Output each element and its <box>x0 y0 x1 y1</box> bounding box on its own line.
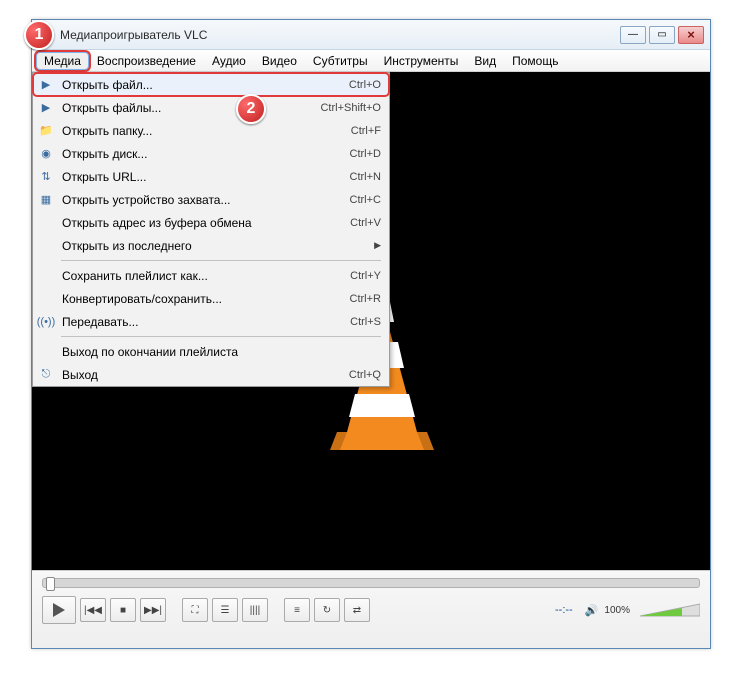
menu-open-folder[interactable]: 📁 Открыть папку... Ctrl+F <box>33 119 389 142</box>
menu-view[interactable]: Вид <box>466 52 504 70</box>
callout-1: 1 <box>24 20 54 50</box>
chevron-right-icon: ▶ <box>374 240 381 251</box>
vlc-window: Медиапроигрыватель VLC — ▭ × Медиа Воспр… <box>31 19 711 649</box>
menu-stream[interactable]: ((•)) Передавать... Ctrl+S <box>33 310 389 333</box>
loop-button[interactable]: ↻ <box>314 598 340 622</box>
volume-slider[interactable] <box>640 602 700 618</box>
menu-video[interactable]: Видео <box>254 52 305 70</box>
stop-button[interactable]: ■ <box>110 598 136 622</box>
menu-media[interactable]: Медиа <box>36 52 89 70</box>
menu-item-label: Открыть адрес из буфера обмена <box>62 216 350 230</box>
playlist-button[interactable]: ≡ <box>284 598 310 622</box>
menu-open-url[interactable]: ⇅ Открыть URL... Ctrl+N <box>33 165 389 188</box>
menu-item-label: Открыть файлы... <box>62 101 320 115</box>
titlebar: Медиапроигрыватель VLC — ▭ × <box>32 20 710 50</box>
menu-quit-after[interactable]: Выход по окончании плейлиста <box>33 340 389 363</box>
menu-quit[interactable]: ⎋ Выход Ctrl+Q <box>33 363 389 386</box>
play-files-icon: ▶ <box>38 100 54 116</box>
menu-item-shortcut: Ctrl+Q <box>349 369 381 381</box>
menu-help[interactable]: Помощь <box>504 52 566 70</box>
menu-item-label: Открыть диск... <box>62 147 350 161</box>
window-title: Медиапроигрыватель VLC <box>60 28 620 42</box>
menu-item-label: Открыть устройство захвата... <box>62 193 350 207</box>
menu-separator <box>61 260 381 261</box>
menu-item-label: Выход по окончании плейлиста <box>62 345 381 359</box>
volume-label: 100% <box>604 605 630 616</box>
extended-settings-button[interactable]: ☰ <box>212 598 238 622</box>
shuffle-button[interactable]: ⇄ <box>344 598 370 622</box>
close-button[interactable]: × <box>678 26 704 44</box>
menu-open-capture[interactable]: ▦ Открыть устройство захвата... Ctrl+C <box>33 188 389 211</box>
network-icon: ⇅ <box>38 169 54 185</box>
play-button[interactable] <box>42 596 76 624</box>
prev-button[interactable]: |◀◀ <box>80 598 106 622</box>
menu-open-clipboard[interactable]: Открыть адрес из буфера обмена Ctrl+V <box>33 211 389 234</box>
folder-icon: 📁 <box>38 123 54 139</box>
menu-open-recent[interactable]: Открыть из последнего ▶ <box>33 234 389 257</box>
menu-item-label: Открыть из последнего <box>62 239 368 253</box>
menu-open-files[interactable]: ▶ Открыть файлы... Ctrl+Shift+O <box>33 96 389 119</box>
window-buttons: — ▭ × <box>620 26 704 44</box>
menu-item-label: Выход <box>62 368 349 382</box>
seek-bar[interactable] <box>42 578 700 588</box>
menu-item-label: Сохранить плейлист как... <box>62 269 350 283</box>
menu-open-disc[interactable]: ◉ Открыть диск... Ctrl+D <box>33 142 389 165</box>
menu-subtitles[interactable]: Субтитры <box>305 52 376 70</box>
menu-save-playlist[interactable]: Сохранить плейлист как... Ctrl+Y <box>33 264 389 287</box>
menu-item-label: Открыть файл... <box>62 78 349 92</box>
menu-tools[interactable]: Инструменты <box>376 52 467 70</box>
menu-item-shortcut: Ctrl+F <box>351 125 381 137</box>
menu-item-label: Открыть URL... <box>62 170 350 184</box>
menu-audio[interactable]: Аудио <box>204 52 254 70</box>
clipboard-icon <box>38 215 54 231</box>
equalizer-button[interactable]: |||| <box>242 598 268 622</box>
menu-separator <box>61 336 381 337</box>
seek-thumb[interactable] <box>46 577 55 591</box>
speaker-icon[interactable]: 🔊 <box>585 604 599 617</box>
capture-icon: ▦ <box>38 192 54 208</box>
play-file-icon: ▶ <box>38 77 54 93</box>
fullscreen-button[interactable]: ⛶ <box>182 598 208 622</box>
menu-item-shortcut: Ctrl+N <box>350 171 381 183</box>
menu-item-label: Конвертировать/сохранить... <box>62 292 350 306</box>
menu-item-shortcut: Ctrl+S <box>350 316 381 328</box>
menu-item-shortcut: Ctrl+Y <box>350 270 381 282</box>
menu-item-label: Открыть папку... <box>62 124 351 138</box>
menu-item-shortcut: Ctrl+O <box>349 79 381 91</box>
media-dropdown: ▶ Открыть файл... Ctrl+O ▶ Открыть файлы… <box>32 72 390 387</box>
menu-item-shortcut: Ctrl+V <box>350 217 381 229</box>
current-time: --:-- <box>555 604 573 616</box>
menu-item-shortcut: Ctrl+C <box>350 194 381 206</box>
menu-item-shortcut: Ctrl+R <box>350 293 381 305</box>
minimize-button[interactable]: — <box>620 26 646 44</box>
maximize-button[interactable]: ▭ <box>649 26 675 44</box>
menu-playback[interactable]: Воспроизведение <box>89 52 204 70</box>
menu-item-shortcut: Ctrl+D <box>350 148 381 160</box>
menu-open-file[interactable]: ▶ Открыть файл... Ctrl+O <box>33 73 389 96</box>
exit-icon: ⎋ <box>38 367 54 383</box>
stream-icon: ((•)) <box>38 314 54 330</box>
next-button[interactable]: ▶▶| <box>140 598 166 622</box>
menu-item-label: Передавать... <box>62 315 350 329</box>
disc-icon: ◉ <box>38 146 54 162</box>
callout-2: 2 <box>236 94 266 124</box>
menubar: Медиа Воспроизведение Аудио Видео Субтит… <box>32 50 710 72</box>
menu-item-shortcut: Ctrl+Shift+O <box>320 102 381 114</box>
controls-panel: |◀◀ ■ ▶▶| ⛶ ☰ |||| ≡ ↻ ⇄ --:-- 🔊 100% <box>32 570 710 648</box>
menu-convert[interactable]: Конвертировать/сохранить... Ctrl+R <box>33 287 389 310</box>
